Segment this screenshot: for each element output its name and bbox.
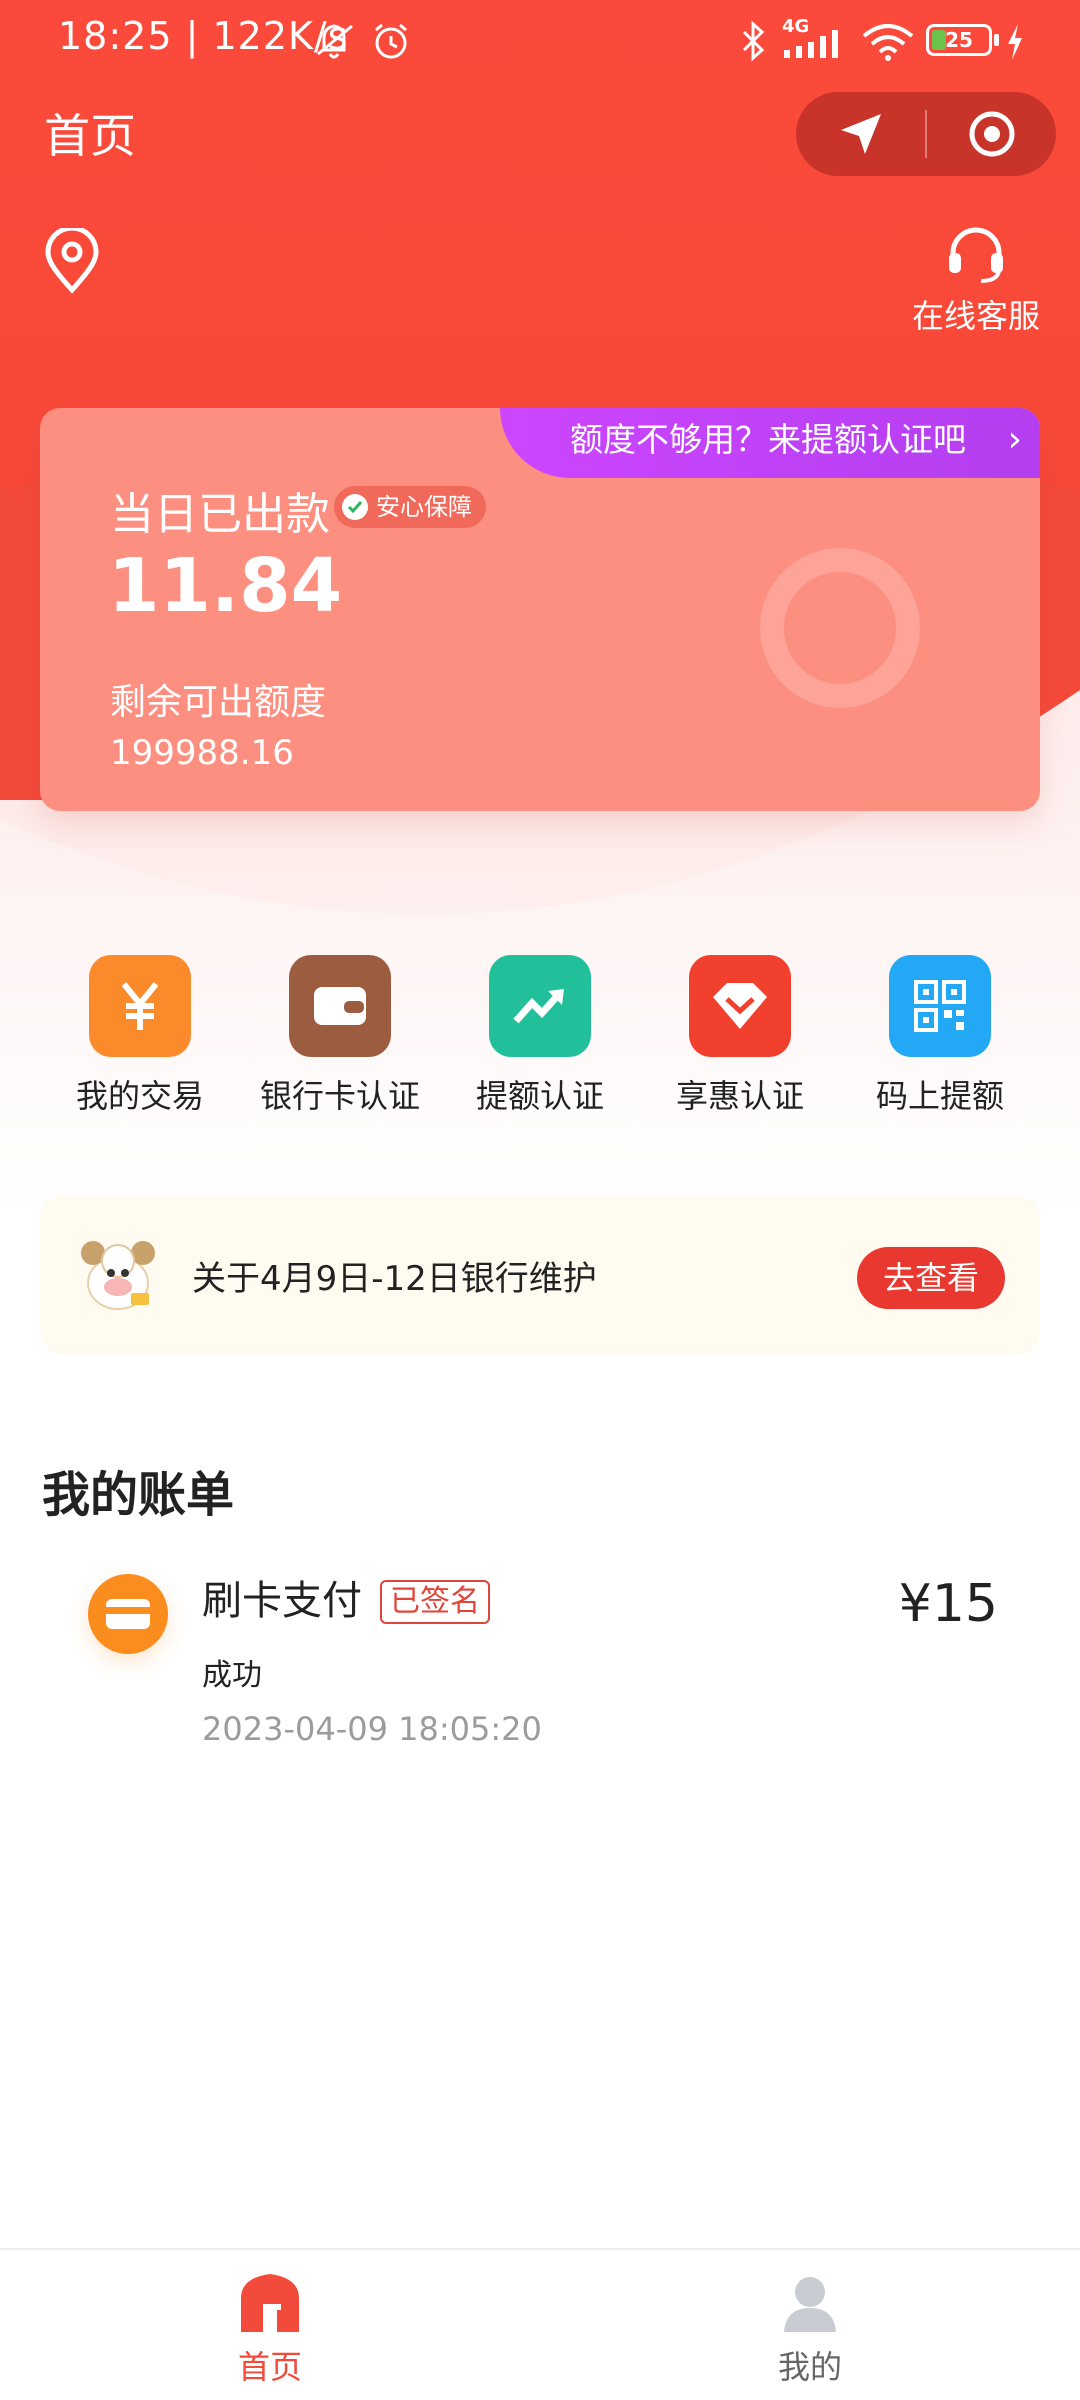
battery-tip [994, 34, 999, 46]
trend-up-icon [489, 955, 591, 1057]
chevron-right-icon: › [1007, 419, 1022, 460]
battery-icon: 25 [926, 24, 992, 56]
battery-level: 25 [945, 28, 973, 52]
bill-amount: ¥15 [898, 1574, 998, 1634]
wallet-icon [289, 955, 391, 1057]
bill-time: 2023-04-09 18:05:20 [202, 1710, 542, 1748]
shield-check-icon [342, 494, 368, 520]
promo-banner[interactable]: 额度不够用？来提额认证吧 › [500, 408, 1040, 478]
menu-item-my-transactions[interactable]: 我的交易 [40, 955, 240, 1125]
charging-icon [1008, 24, 1022, 60]
remain-label: 剩余可出额度 [110, 682, 327, 723]
location-nav-button[interactable] [796, 92, 925, 176]
view-notice-button[interactable]: 去查看 [857, 1247, 1005, 1309]
bills-section-title: 我的账单 [42, 1467, 235, 1523]
menu-item-qr-raise[interactable]: 码上提额 [840, 955, 1040, 1125]
yen-icon [89, 955, 191, 1057]
bluetooth-icon [742, 20, 765, 62]
wifi-icon [862, 24, 914, 61]
status-time: 18:25 | 122K/s [58, 14, 349, 58]
headset-icon [949, 227, 1003, 283]
safe-badge-label: 安心保障 [376, 493, 472, 521]
alarm-icon [375, 23, 407, 59]
capsule-close-button[interactable] [927, 92, 1056, 176]
payout-amount: 11.84 [108, 543, 343, 629]
menu-label: 享惠认证 [675, 1077, 804, 1115]
promo-text: 额度不够用？来提额认证吧 [570, 420, 966, 459]
notice-text: 关于4月9日-12日银行维护 [192, 1259, 597, 1299]
notice-banner[interactable]: 关于4月9日-12日银行维护 去查看 [40, 1195, 1040, 1355]
home-icon [241, 2274, 299, 2332]
menu-item-limit-raise[interactable]: 提额认证 [440, 955, 640, 1125]
signal-icon [784, 30, 838, 58]
location-pin-icon [45, 225, 99, 294]
page: 18:25 | 122K/s 4G 25 首页 在线客服 额度不够用？来提额认证… [0, 0, 1080, 2400]
mute-bell-icon [317, 24, 353, 59]
payout-label: 当日已出款 [110, 489, 330, 540]
tab-mine-label: 我的 [777, 2348, 842, 2386]
user-icon [784, 2277, 836, 2332]
page-title: 首页 [44, 109, 136, 163]
target-circle-icon [969, 111, 1014, 157]
loading-ring-decoration [760, 548, 920, 708]
diamond-icon [689, 955, 791, 1057]
menu-label: 我的交易 [75, 1077, 204, 1115]
menu-item-bank-card[interactable]: 银行卡认证 [240, 955, 440, 1125]
tab-home-label: 首页 [237, 2348, 302, 2386]
bill-status: 成功 [202, 1658, 262, 1693]
quick-menu: 我的交易 银行卡认证 提额认证 享惠认证 码上提额 [40, 955, 1040, 1125]
safe-badge: 安心保障 [334, 486, 486, 528]
sheep-mascot-icon [81, 1241, 155, 1310]
online-service-button[interactable]: 在线客服 [906, 225, 1046, 337]
card-payment-icon [88, 1574, 168, 1654]
menu-label: 银行卡认证 [259, 1077, 420, 1115]
bill-title: 刷卡支付 [202, 1578, 362, 1624]
bottom-tab-bar: 首页 我的 [0, 2248, 1080, 2400]
bill-list-item[interactable]: 刷卡支付 已签名 成功 2023-04-09 18:05:20 ¥15 [40, 1550, 1040, 1770]
payout-card: 额度不够用？来提额认证吧 › 当日已出款 安心保障 11.84 剩余可出额度 1… [40, 408, 1040, 811]
tab-home[interactable]: 首页 [0, 2250, 540, 2400]
status-bar: 18:25 | 122K/s 4G 25 [0, 0, 1080, 82]
menu-label: 码上提额 [875, 1077, 1004, 1115]
mini-program-capsule [796, 92, 1056, 176]
navigation-arrow-icon [840, 114, 881, 154]
menu-label: 提额认证 [475, 1077, 604, 1115]
signed-tag: 已签名 [380, 1580, 490, 1624]
qr-code-icon [889, 955, 991, 1057]
location-pin-button[interactable] [42, 225, 102, 298]
menu-item-benefit[interactable]: 享惠认证 [640, 955, 840, 1125]
remain-value: 199988.16 [110, 733, 294, 773]
tab-mine[interactable]: 我的 [540, 2250, 1080, 2400]
online-service-label: 在线客服 [911, 297, 1040, 335]
